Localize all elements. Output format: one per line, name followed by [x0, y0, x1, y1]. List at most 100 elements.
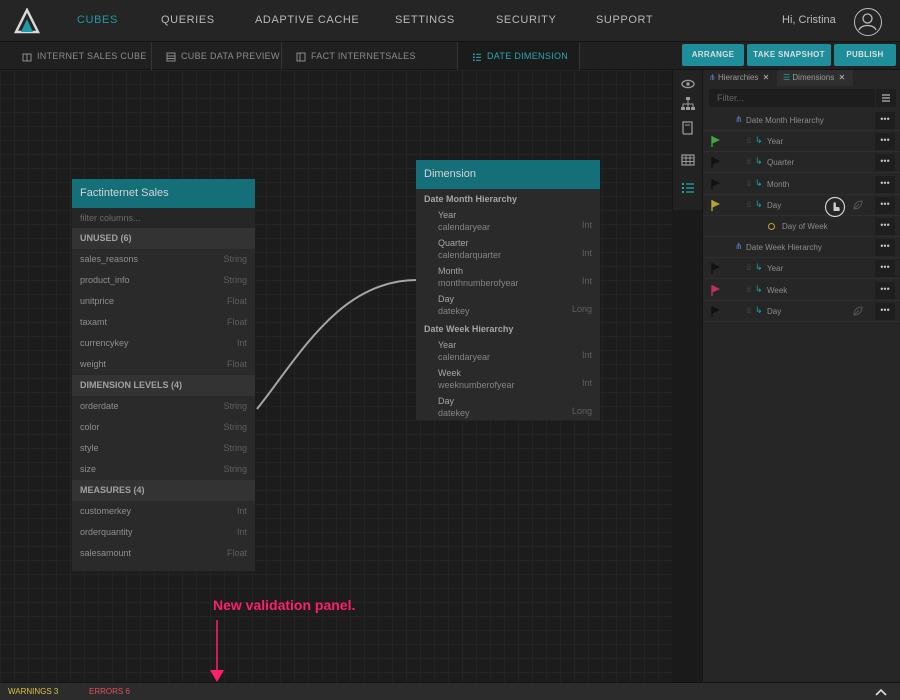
level-name: Month — [438, 266, 464, 276]
dimension-level[interactable]: Day datekey Long — [416, 291, 600, 319]
flag-icon[interactable] — [711, 305, 721, 317]
hierarchy-icon[interactable] — [680, 96, 696, 112]
eye-icon[interactable] — [680, 76, 696, 92]
annotation-arrow-icon — [210, 620, 224, 682]
more-options-icon[interactable]: ••• — [875, 154, 895, 172]
flag-icon[interactable] — [711, 157, 721, 169]
fact-column-row[interactable]: taxamt Float — [72, 312, 255, 333]
tree-row-attribute[interactable]: Day of Week ••• — [703, 216, 900, 237]
more-options-icon[interactable]: ••• — [875, 112, 895, 129]
close-icon[interactable]: ✕ — [838, 73, 845, 82]
errors-count[interactable]: ERRORS 6 — [89, 687, 130, 696]
fact-column-row[interactable]: orderquantity Int — [72, 522, 255, 543]
more-options-icon[interactable]: ••• — [875, 239, 895, 257]
dimension-hierarchy-list: Date Month Hierarchy Year calendaryear Int Q… — [416, 192, 600, 421]
dimension-level[interactable]: Year calendaryear Int — [416, 337, 600, 365]
hierarchy-icon: ⋔ — [735, 241, 743, 252]
column-type: Float — [226, 317, 247, 327]
tree-row-level[interactable]: ⁞⁞ ↳ Day ••• — [703, 301, 900, 322]
arrange-button[interactable]: ARRANGE — [682, 44, 744, 66]
fact-column-row[interactable]: product_info String — [72, 270, 255, 291]
column-name: salesamount — [80, 548, 132, 558]
more-options-icon[interactable]: ••• — [875, 133, 895, 151]
tree-row-hierarchy[interactable]: ⋔ Date Month Hierarchy ••• — [703, 110, 900, 131]
level-name: Year — [438, 210, 457, 220]
warnings-count[interactable]: WARNINGS 3 — [8, 687, 58, 696]
dimension-level[interactable]: Month monthnumberofyear Int — [416, 263, 600, 291]
dimension-level[interactable]: Day datekey Long — [416, 393, 600, 421]
filter-columns-input[interactable]: filter columns... — [72, 208, 255, 228]
fact-column-row[interactable]: style String — [72, 438, 255, 459]
nav-settings[interactable]: SETTINGS — [395, 14, 455, 26]
tab-fact-internetsales-dataset[interactable]: FACT INTERNETSALES DATASET — [282, 42, 458, 89]
drag-handle-icon[interactable]: ⁞⁞ — [747, 159, 751, 166]
drag-handle-icon[interactable]: ⁞⁞ — [747, 138, 751, 145]
fact-column-row[interactable]: size String — [72, 459, 255, 480]
drag-handle-icon[interactable]: ⁞⁞ — [747, 202, 751, 209]
dimension-card[interactable]: Dimension Date Month Hierarchy Year calend… — [416, 160, 600, 420]
take-snapshot-button[interactable]: TAKE SNAPSHOT — [747, 44, 831, 66]
book-icon[interactable] — [680, 120, 696, 136]
level-name: Day — [438, 294, 455, 304]
tab-dimensions[interactable]: ☰ Dimensions ✕ — [777, 70, 853, 86]
tree-row-level[interactable]: ⁞⁞ ↳ Quarter ••• — [703, 152, 900, 174]
tree-row-level[interactable]: ⁞⁞ ↳ Week ••• — [703, 280, 900, 301]
fact-column-row[interactable]: color String — [72, 417, 255, 438]
tab-hierarchies[interactable]: ⋔ Hierarchies ✕ — [703, 70, 777, 86]
fact-table-card[interactable]: Factinternet Sales filter columns... UNU… — [72, 179, 255, 571]
flag-icon[interactable] — [711, 263, 721, 275]
fact-column-row[interactable]: unitprice Float — [72, 291, 255, 312]
column-name: unitprice — [80, 296, 115, 306]
annotation-text: New validation panel. — [213, 597, 356, 613]
more-options-icon[interactable]: ••• — [875, 281, 895, 299]
flag-icon[interactable] — [711, 136, 721, 148]
more-options-icon[interactable]: ••• — [875, 196, 895, 214]
tree-row-hierarchy[interactable]: ⋔ Date Week Hierarchy ••• — [703, 237, 900, 259]
drag-handle-icon[interactable]: ⁞⁞ — [747, 265, 751, 272]
fact-column-row[interactable]: sales_reasons String — [72, 249, 255, 270]
close-icon[interactable]: ✕ — [763, 73, 770, 82]
dimension-level[interactable]: Week weeknumberofyear Int — [416, 365, 600, 393]
validation-status-bar[interactable]: WARNINGS 3 ERRORS 6 — [0, 682, 900, 700]
model-canvas[interactable]: Factinternet Sales filter columns... UNU… — [0, 70, 672, 682]
more-options-icon[interactable]: ••• — [875, 218, 895, 235]
fact-column-row[interactable]: currencykey Int — [72, 333, 255, 354]
tree-row-level[interactable]: ⁞⁞ ↳ Month ••• — [703, 174, 900, 195]
nav-support[interactable]: SUPPORT — [596, 14, 653, 26]
chevron-up-icon[interactable] — [874, 686, 888, 698]
nav-cubes[interactable]: CUBES — [77, 14, 118, 26]
fact-column-row[interactable]: customerkey Int — [72, 501, 255, 522]
menu-icon[interactable] — [876, 89, 896, 107]
user-avatar-icon[interactable] — [854, 8, 882, 36]
level-column: monthnumberofyear — [438, 278, 519, 288]
fact-column-row[interactable]: salesamount Float — [72, 543, 255, 564]
tree-row-level[interactable]: ⁞⁞ ↳ Year ••• — [703, 131, 900, 153]
dimension-level[interactable]: Quarter calendarquarter Int — [416, 235, 600, 263]
flag-icon[interactable] — [711, 178, 721, 190]
drag-handle-icon[interactable]: ⁞⁞ — [747, 287, 751, 294]
dimension-list-icon[interactable] — [680, 180, 696, 196]
tab-date-dimension[interactable]: DATE DIMENSION — [458, 42, 580, 70]
nav-security[interactable]: SECURITY — [496, 14, 556, 26]
tab-internet-sales-cube[interactable]: INTERNET SALES CUBE — [8, 42, 152, 70]
more-options-icon[interactable]: ••• — [875, 260, 895, 278]
tree-row-level[interactable]: ⁞⁞ ↳ Day ••• — [703, 195, 900, 216]
tab-cube-data-preview[interactable]: CUBE DATA PREVIEW — [152, 42, 282, 70]
publish-button[interactable]: PUBLISH — [834, 44, 896, 66]
tree-row-level[interactable]: ⁞⁞ ↳ Year ••• — [703, 258, 900, 280]
flag-icon[interactable] — [711, 284, 721, 296]
table-icon[interactable] — [680, 152, 696, 168]
fact-column-row[interactable]: orderdate String — [72, 396, 255, 417]
panel-filter-input[interactable]: Filter... — [709, 89, 875, 107]
nav-queries[interactable]: QUERIES — [161, 14, 215, 26]
fact-column-row[interactable]: weight Float — [72, 354, 255, 375]
app-logo-icon[interactable] — [14, 8, 40, 34]
more-options-icon[interactable]: ••• — [875, 175, 895, 193]
tree-row-label: Year — [767, 264, 784, 274]
nav-adaptive-cache[interactable]: ADAPTIVE CACHE — [255, 14, 359, 26]
drag-handle-icon[interactable]: ⁞⁞ — [747, 181, 751, 188]
drag-handle-icon[interactable]: ⁞⁞ — [747, 308, 751, 315]
flag-icon[interactable] — [711, 199, 721, 211]
dimension-level[interactable]: Year calendaryear Int — [416, 207, 600, 235]
more-options-icon[interactable]: ••• — [875, 302, 895, 320]
